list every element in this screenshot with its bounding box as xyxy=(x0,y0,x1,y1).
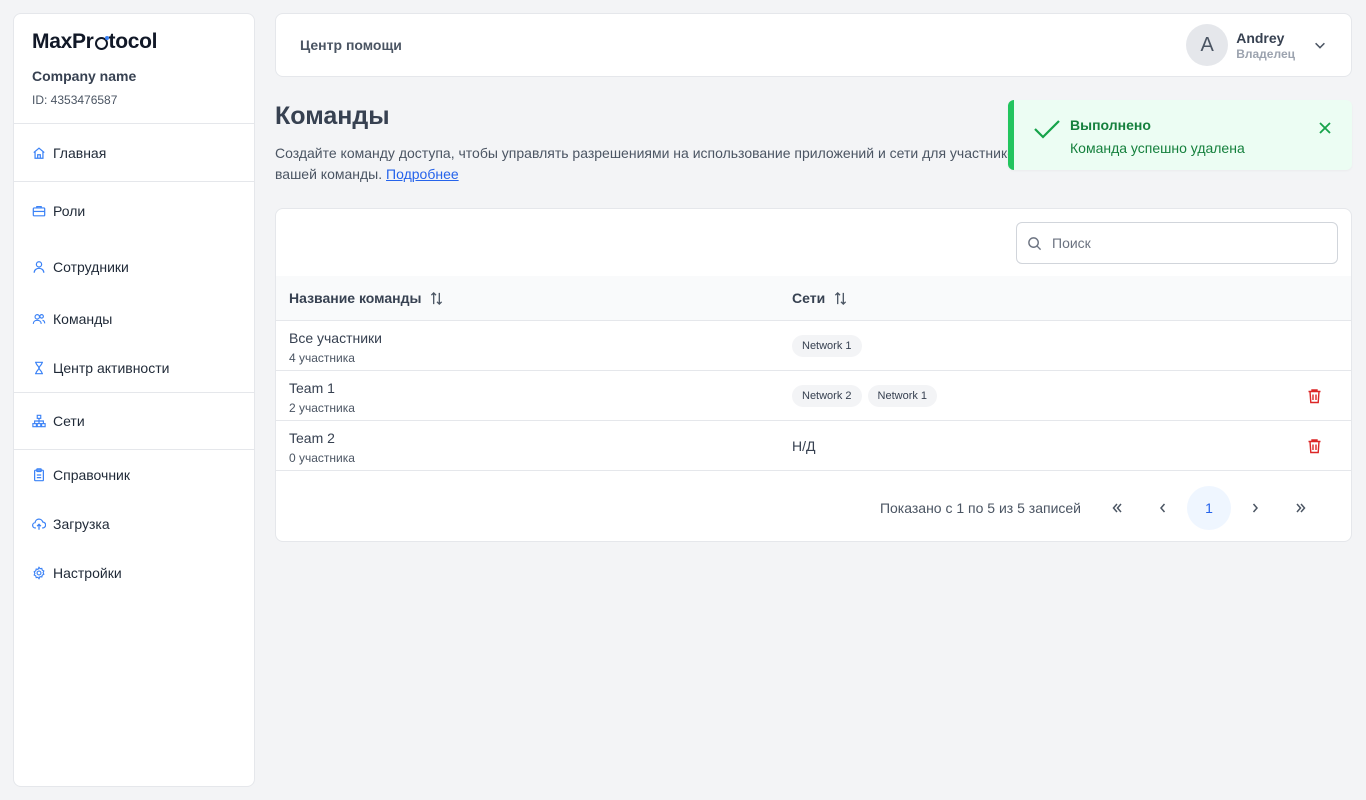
network-chips: Network 2 Network 1 xyxy=(792,385,938,407)
sidebar-header: MaxPr tocol Company name ID: 4353476587 xyxy=(14,14,254,124)
sidebar-item-label: Сотрудники xyxy=(53,258,129,275)
users-icon xyxy=(32,312,46,326)
sidebar-item-networks[interactable]: Сети xyxy=(14,396,254,445)
user-menu[interactable]: A Andrey Владелец xyxy=(1186,24,1327,66)
teams-table-card: Название команды Сети Все участники 4 уч… xyxy=(275,208,1352,542)
chevron-left-icon xyxy=(1160,503,1166,513)
networks-na: Н/Д xyxy=(792,438,816,454)
sidebar-item-employees[interactable]: Сотрудники xyxy=(14,242,254,291)
table-header: Название команды Сети xyxy=(276,276,1351,321)
team-name: Все участники xyxy=(289,330,383,346)
home-icon xyxy=(32,146,46,160)
page-description: Создайте команду доступа, чтобы управлят… xyxy=(275,145,1023,182)
network-chip: Network 1 xyxy=(792,335,862,357)
sidebar-item-upload[interactable]: Загрузка xyxy=(14,499,254,548)
pagination-info: Показано с 1 по 5 из 5 записей xyxy=(879,500,1081,516)
next-page-button[interactable] xyxy=(1233,486,1277,530)
network-chip: Network 2 xyxy=(792,385,862,407)
sidebar-item-activity[interactable]: Центр активности xyxy=(14,343,254,392)
sidebar-item-teams[interactable]: Команды xyxy=(14,294,254,343)
avatar: A xyxy=(1186,24,1229,66)
sidebar-item-roles[interactable]: Роли xyxy=(14,186,254,235)
check-icon xyxy=(1034,120,1060,139)
last-page-button[interactable] xyxy=(1279,486,1323,530)
column-header-team-name[interactable]: Название команды xyxy=(289,290,444,306)
top-bar: Центр помощи A Andrey Владелец xyxy=(275,13,1352,77)
sidebar-item-label: Центр активности xyxy=(53,359,170,376)
trash-icon[interactable] xyxy=(1307,388,1322,404)
user-name: Andrey xyxy=(1236,29,1285,46)
company-id: ID: 4353476587 xyxy=(32,93,118,107)
chevrons-left-icon xyxy=(1112,503,1122,513)
clipboard-icon xyxy=(32,467,46,482)
chevron-down-icon[interactable] xyxy=(1313,38,1327,52)
sort-icon[interactable] xyxy=(429,291,444,306)
close-icon[interactable] xyxy=(1318,121,1332,135)
network-chip: Network 1 xyxy=(867,385,938,407)
sidebar-item-label: Сети xyxy=(53,412,85,429)
briefcase-icon xyxy=(32,204,46,218)
sidebar-item-label: Настройки xyxy=(53,564,122,581)
pagination: Показано с 1 по 5 из 5 записей 1 xyxy=(880,486,1323,530)
hourglass-icon xyxy=(32,361,46,375)
cloud-upload-icon xyxy=(32,517,46,531)
help-center-link[interactable]: Центр помощи xyxy=(300,37,402,53)
logo-mark-icon xyxy=(94,35,109,50)
sort-icon[interactable] xyxy=(833,291,848,306)
company-name: Company name xyxy=(32,68,137,84)
table-row[interactable]: Team 2 0 участника Н/Д xyxy=(276,421,1351,471)
sidebar-item-label: Справочник xyxy=(53,466,130,483)
member-count: 4 участника xyxy=(289,351,355,365)
column-header-networks[interactable]: Сети xyxy=(792,290,848,306)
user-info: Andrey Владелец xyxy=(1236,30,1295,61)
sidebar-item-label: Роли xyxy=(53,202,86,219)
team-name: Team 1 xyxy=(289,380,335,396)
user-role: Владелец xyxy=(1236,46,1295,61)
sidebar-item-label: Загрузка xyxy=(53,515,110,532)
sidebar-item-label: Команды xyxy=(53,310,113,327)
table-row[interactable]: Team 1 2 участника Network 2 Network 1 xyxy=(276,371,1351,421)
table-row[interactable]: Все участники 4 участника Network 1 xyxy=(276,321,1351,371)
member-count: 0 участника xyxy=(289,451,355,465)
search-input[interactable] xyxy=(1052,235,1312,251)
chevrons-right-icon xyxy=(1296,503,1306,513)
page-title: Команды xyxy=(275,102,390,130)
user-icon xyxy=(32,260,46,274)
toast-message: Команда успешно удалена xyxy=(1070,140,1245,156)
trash-icon[interactable] xyxy=(1307,438,1322,454)
network-chips: Network 1 xyxy=(792,335,862,357)
sidebar-item-home[interactable]: Главная xyxy=(14,128,254,177)
search-box[interactable] xyxy=(1016,222,1338,264)
sidebar-item-label: Главная xyxy=(53,144,107,161)
gear-icon xyxy=(32,565,46,580)
sidebar-item-settings[interactable]: Настройки xyxy=(14,548,254,597)
prev-page-button[interactable] xyxy=(1141,486,1185,530)
sidebar: MaxPr tocol Company name ID: 4353476587 Г… xyxy=(13,13,255,787)
page-button-current[interactable]: 1 xyxy=(1187,486,1231,530)
sidebar-item-directory[interactable]: Справочник xyxy=(14,450,254,499)
first-page-button[interactable] xyxy=(1095,486,1139,530)
network-icon xyxy=(32,414,46,428)
learn-more-link[interactable]: Подробнее xyxy=(386,166,459,182)
toast-title: Выполнено xyxy=(1070,117,1151,133)
chevron-right-icon xyxy=(1252,503,1258,513)
logo[interactable]: MaxPr tocol xyxy=(32,30,236,54)
success-toast: Выполнено Команда успешно удалена xyxy=(1008,100,1352,170)
member-count: 2 участника xyxy=(289,401,355,415)
team-name: Team 2 xyxy=(289,430,335,446)
search-icon xyxy=(1028,236,1042,250)
